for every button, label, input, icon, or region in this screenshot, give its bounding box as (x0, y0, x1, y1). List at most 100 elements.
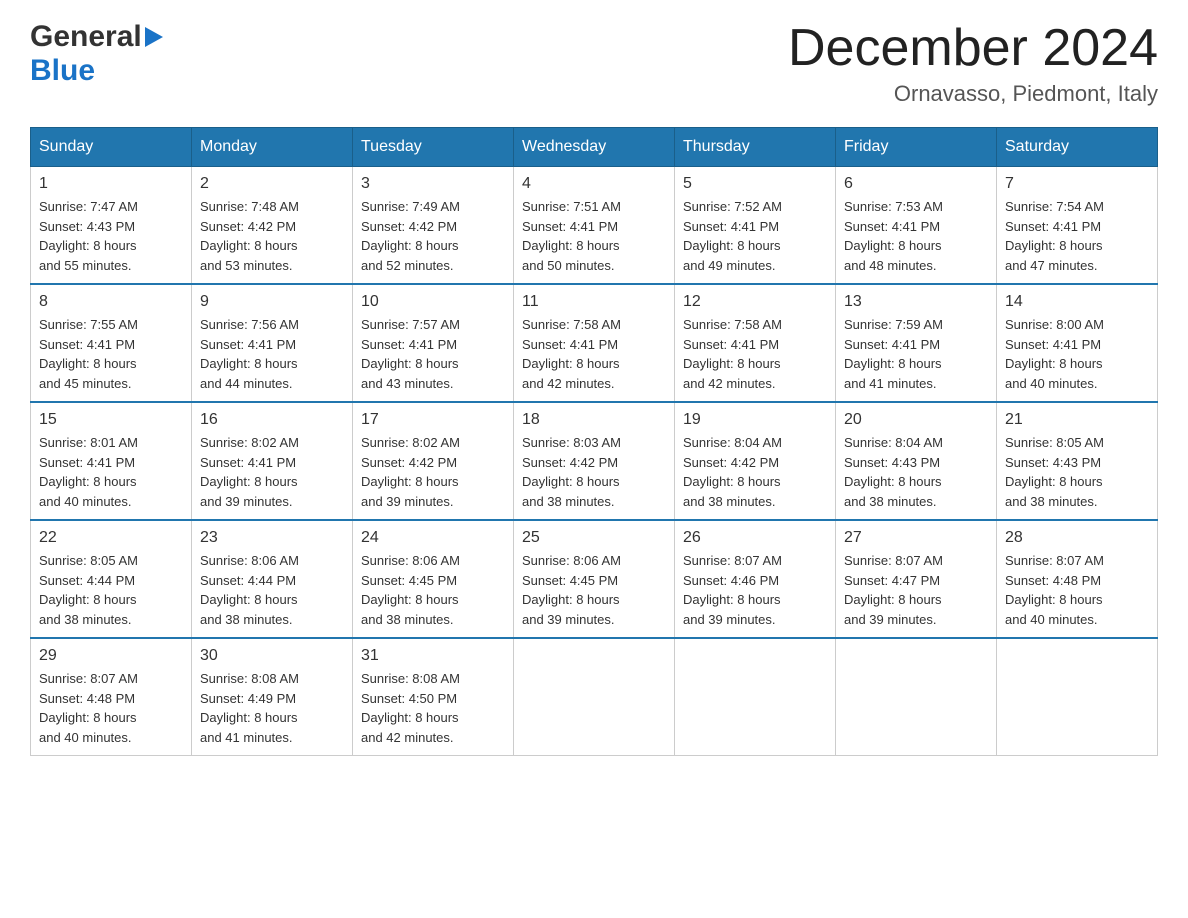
day-number: 17 (361, 411, 505, 429)
calendar-cell: 1 Sunrise: 7:47 AM Sunset: 4:43 PM Daylig… (31, 167, 192, 285)
calendar-cell: 3 Sunrise: 7:49 AM Sunset: 4:42 PM Daylig… (353, 167, 514, 285)
calendar-cell: 11 Sunrise: 7:58 AM Sunset: 4:41 PM Dayli… (514, 284, 675, 402)
day-info: Sunrise: 8:03 AM Sunset: 4:42 PM Dayligh… (522, 433, 666, 511)
day-number: 13 (844, 293, 988, 311)
calendar-week-5: 29 Sunrise: 8:07 AM Sunset: 4:48 PM Dayli… (31, 638, 1158, 756)
calendar-cell (514, 638, 675, 756)
day-info: Sunrise: 7:49 AM Sunset: 4:42 PM Dayligh… (361, 197, 505, 275)
calendar-cell: 8 Sunrise: 7:55 AM Sunset: 4:41 PM Daylig… (31, 284, 192, 402)
title-block: December 2024 Ornavasso, Piedmont, Italy (788, 20, 1158, 107)
day-info: Sunrise: 7:56 AM Sunset: 4:41 PM Dayligh… (200, 315, 344, 393)
calendar-cell: 29 Sunrise: 8:07 AM Sunset: 4:48 PM Dayli… (31, 638, 192, 756)
weekday-header-sunday: Sunday (31, 128, 192, 167)
day-info: Sunrise: 7:54 AM Sunset: 4:41 PM Dayligh… (1005, 197, 1149, 275)
calendar-cell: 28Sunrise: 8:07 AM Sunset: 4:48 PM Dayli… (997, 520, 1158, 638)
calendar-cell: 10 Sunrise: 7:57 AM Sunset: 4:41 PM Dayli… (353, 284, 514, 402)
calendar-cell: 13 Sunrise: 7:59 AM Sunset: 4:41 PM Dayli… (836, 284, 997, 402)
day-info: Sunrise: 7:58 AM Sunset: 4:41 PM Dayligh… (522, 315, 666, 393)
month-title: December 2024 (788, 20, 1158, 77)
calendar-cell: 4 Sunrise: 7:51 AM Sunset: 4:41 PM Daylig… (514, 167, 675, 285)
day-number: 16 (200, 411, 344, 429)
day-info: Sunrise: 7:47 AM Sunset: 4:43 PM Dayligh… (39, 197, 183, 275)
weekday-header-monday: Monday (192, 128, 353, 167)
day-info: Sunrise: 8:00 AM Sunset: 4:41 PM Dayligh… (1005, 315, 1149, 393)
day-info: Sunrise: 7:59 AM Sunset: 4:41 PM Dayligh… (844, 315, 988, 393)
calendar-cell: 12Sunrise: 7:58 AM Sunset: 4:41 PM Dayli… (675, 284, 836, 402)
day-number: 8 (39, 293, 183, 311)
day-info: Sunrise: 8:02 AM Sunset: 4:42 PM Dayligh… (361, 433, 505, 511)
day-number: 7 (1005, 175, 1149, 193)
calendar-cell: 14 Sunrise: 8:00 AM Sunset: 4:41 PM Dayli… (997, 284, 1158, 402)
day-info: Sunrise: 7:52 AM Sunset: 4:41 PM Dayligh… (683, 197, 827, 275)
day-info: Sunrise: 7:51 AM Sunset: 4:41 PM Dayligh… (522, 197, 666, 275)
day-number: 9 (200, 293, 344, 311)
day-number: 6 (844, 175, 988, 193)
day-info: Sunrise: 7:55 AM Sunset: 4:41 PM Dayligh… (39, 315, 183, 393)
calendar-cell (836, 638, 997, 756)
day-number: 3 (361, 175, 505, 193)
day-number: 10 (361, 293, 505, 311)
day-number: 25 (522, 529, 666, 547)
day-number: 23 (200, 529, 344, 547)
calendar-cell: 26 Sunrise: 8:07 AM Sunset: 4:46 PM Dayli… (675, 520, 836, 638)
day-info: Sunrise: 8:01 AM Sunset: 4:41 PM Dayligh… (39, 433, 183, 511)
day-info: Sunrise: 7:48 AM Sunset: 4:42 PM Dayligh… (200, 197, 344, 275)
day-info: Sunrise: 7:57 AM Sunset: 4:41 PM Dayligh… (361, 315, 505, 393)
calendar-cell: 2 Sunrise: 7:48 AM Sunset: 4:42 PM Daylig… (192, 167, 353, 285)
weekday-header-wednesday: Wednesday (514, 128, 675, 167)
calendar-table: SundayMondayTuesdayWednesdayThursdayFrid… (30, 127, 1158, 756)
day-number: 12 (683, 293, 827, 311)
day-number: 24 (361, 529, 505, 547)
day-number: 30 (200, 647, 344, 665)
day-number: 15 (39, 411, 183, 429)
day-info: Sunrise: 8:07 AM Sunset: 4:47 PM Dayligh… (844, 551, 988, 629)
weekday-header-saturday: Saturday (997, 128, 1158, 167)
day-number: 5 (683, 175, 827, 193)
calendar-cell: 25 Sunrise: 8:06 AM Sunset: 4:45 PM Dayli… (514, 520, 675, 638)
calendar-cell: 15 Sunrise: 8:01 AM Sunset: 4:41 PM Dayli… (31, 402, 192, 520)
day-number: 11 (522, 293, 666, 311)
calendar-cell: 6 Sunrise: 7:53 AM Sunset: 4:41 PM Daylig… (836, 167, 997, 285)
day-number: 29 (39, 647, 183, 665)
calendar-cell: 27 Sunrise: 8:07 AM Sunset: 4:47 PM Dayli… (836, 520, 997, 638)
day-info: Sunrise: 8:08 AM Sunset: 4:49 PM Dayligh… (200, 669, 344, 747)
calendar-cell (997, 638, 1158, 756)
day-number: 1 (39, 175, 183, 193)
day-number: 27 (844, 529, 988, 547)
calendar-cell: 31 Sunrise: 8:08 AM Sunset: 4:50 PM Dayli… (353, 638, 514, 756)
calendar-week-2: 8 Sunrise: 7:55 AM Sunset: 4:41 PM Daylig… (31, 284, 1158, 402)
day-number: 4 (522, 175, 666, 193)
day-number: 19 (683, 411, 827, 429)
day-info: Sunrise: 8:06 AM Sunset: 4:45 PM Dayligh… (522, 551, 666, 629)
day-info: Sunrise: 8:06 AM Sunset: 4:45 PM Dayligh… (361, 551, 505, 629)
day-number: 18 (522, 411, 666, 429)
calendar-cell: 22Sunrise: 8:05 AM Sunset: 4:44 PM Dayli… (31, 520, 192, 638)
calendar-week-1: 1 Sunrise: 7:47 AM Sunset: 4:43 PM Daylig… (31, 167, 1158, 285)
day-number: 22 (39, 529, 183, 547)
page-header: General Blue December 2024 Ornavasso, Pi… (30, 20, 1158, 107)
day-number: 31 (361, 647, 505, 665)
day-info: Sunrise: 8:06 AM Sunset: 4:44 PM Dayligh… (200, 551, 344, 629)
day-info: Sunrise: 7:53 AM Sunset: 4:41 PM Dayligh… (844, 197, 988, 275)
calendar-cell: 20Sunrise: 8:04 AM Sunset: 4:43 PM Dayli… (836, 402, 997, 520)
day-info: Sunrise: 8:08 AM Sunset: 4:50 PM Dayligh… (361, 669, 505, 747)
weekday-header-tuesday: Tuesday (353, 128, 514, 167)
logo-triangle-icon (145, 27, 163, 52)
day-number: 20 (844, 411, 988, 429)
day-number: 2 (200, 175, 344, 193)
day-info: Sunrise: 8:02 AM Sunset: 4:41 PM Dayligh… (200, 433, 344, 511)
logo-general-text: General (30, 20, 142, 54)
day-info: Sunrise: 8:07 AM Sunset: 4:48 PM Dayligh… (39, 669, 183, 747)
calendar-cell: 24 Sunrise: 8:06 AM Sunset: 4:45 PM Dayli… (353, 520, 514, 638)
weekday-header-friday: Friday (836, 128, 997, 167)
day-number: 21 (1005, 411, 1149, 429)
day-info: Sunrise: 8:04 AM Sunset: 4:42 PM Dayligh… (683, 433, 827, 511)
calendar-cell: 18 Sunrise: 8:03 AM Sunset: 4:42 PM Dayli… (514, 402, 675, 520)
calendar-cell: 17 Sunrise: 8:02 AM Sunset: 4:42 PM Dayli… (353, 402, 514, 520)
calendar-week-4: 22Sunrise: 8:05 AM Sunset: 4:44 PM Dayli… (31, 520, 1158, 638)
day-number: 14 (1005, 293, 1149, 311)
day-info: Sunrise: 8:07 AM Sunset: 4:46 PM Dayligh… (683, 551, 827, 629)
day-number: 26 (683, 529, 827, 547)
weekday-header-thursday: Thursday (675, 128, 836, 167)
calendar-cell: 7 Sunrise: 7:54 AM Sunset: 4:41 PM Daylig… (997, 167, 1158, 285)
